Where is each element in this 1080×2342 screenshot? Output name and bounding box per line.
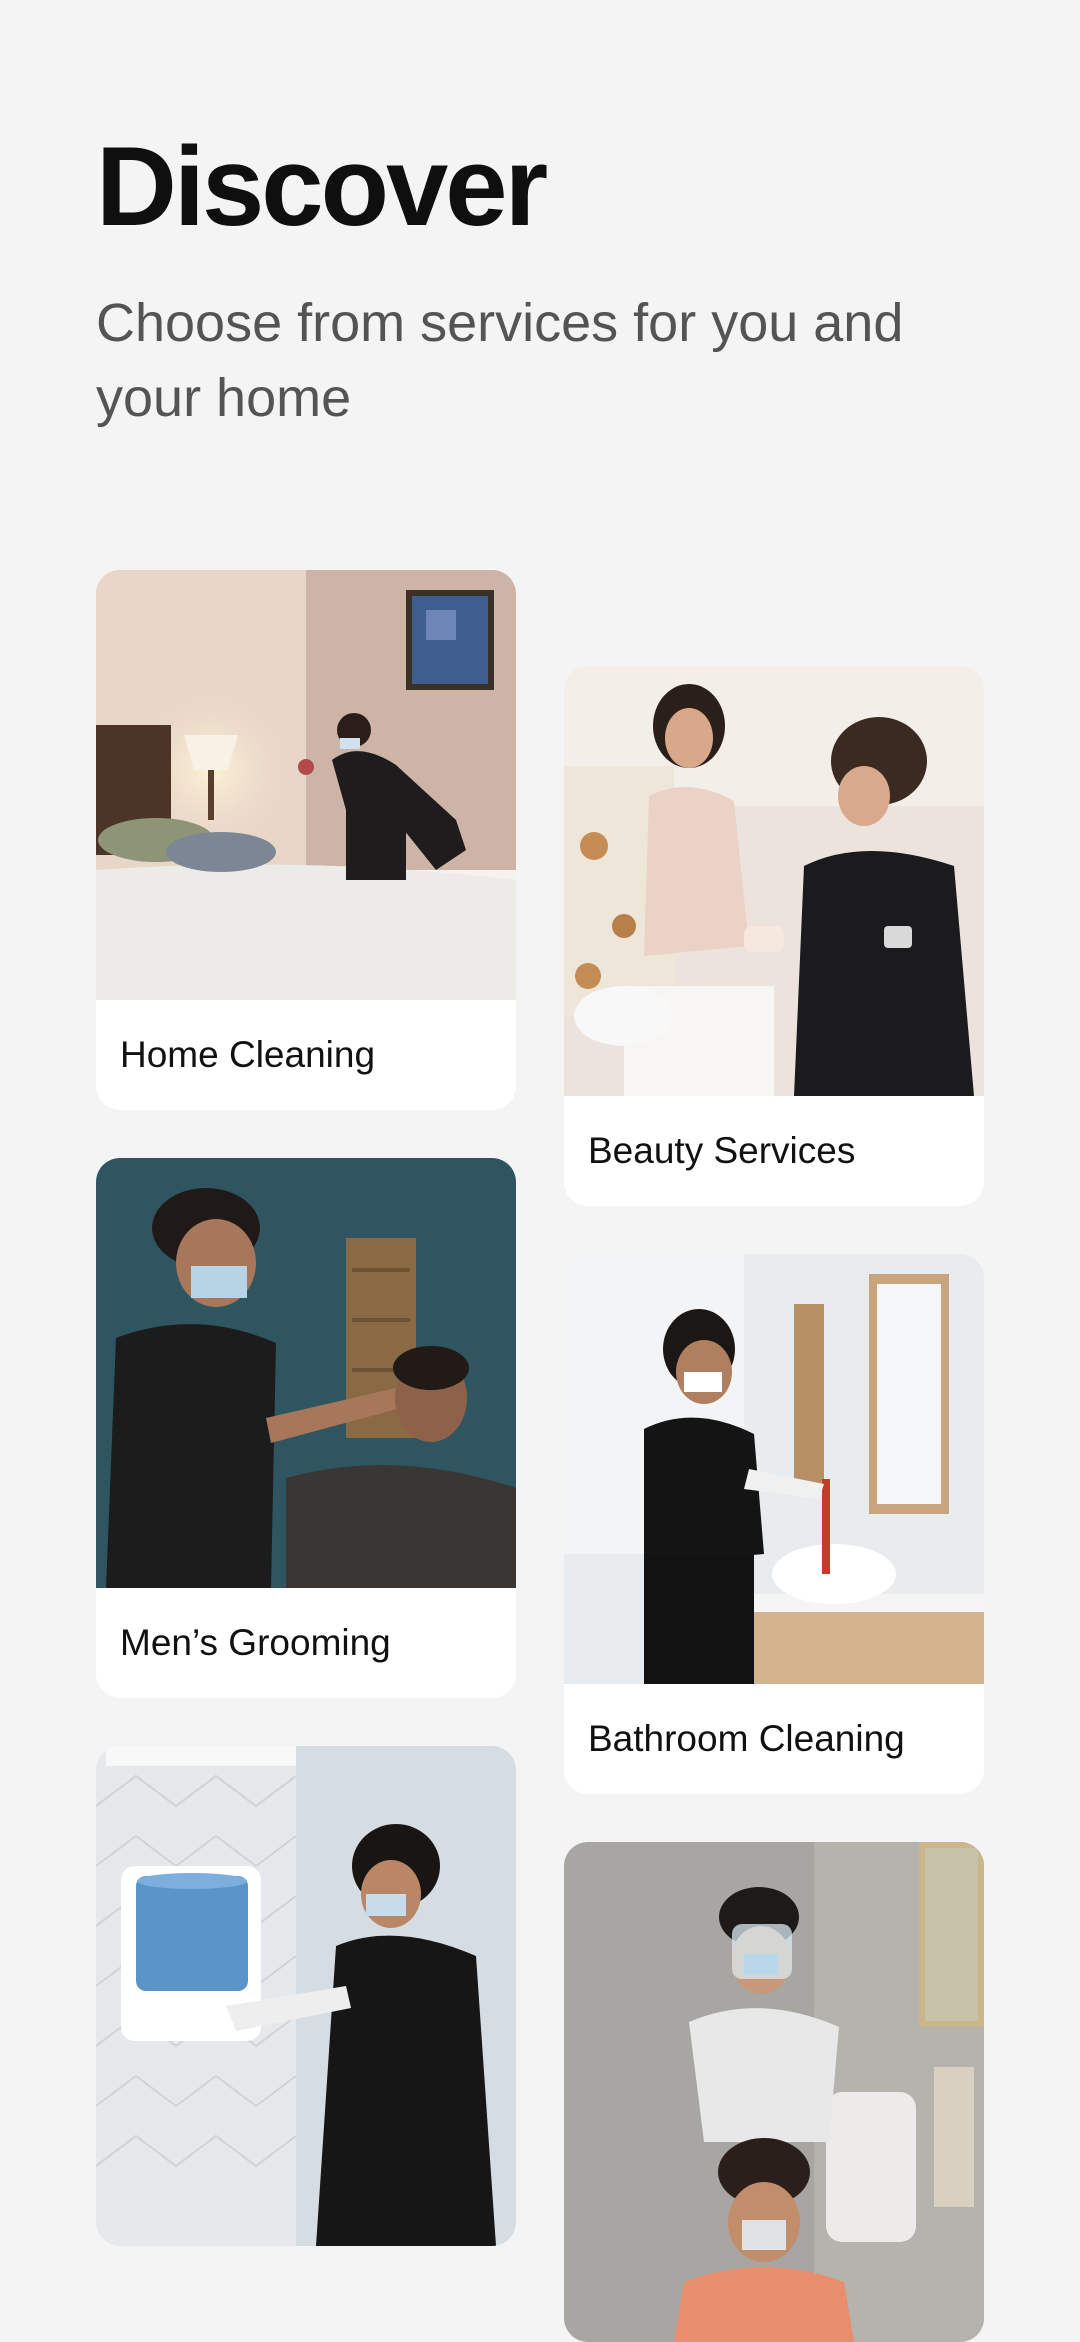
beauty-services-photo [564, 666, 984, 1096]
mens-grooming-photo [96, 1158, 516, 1588]
service-label: Men’s Grooming [120, 1622, 391, 1663]
service-label: Home Cleaning [120, 1034, 376, 1075]
service-card-mens-grooming[interactable]: Men’s Grooming [96, 1158, 516, 1698]
home-cleaning-photo [96, 570, 516, 1000]
service-card-water-purifier[interactable] [96, 1746, 516, 2246]
page-title: Discover [96, 124, 548, 249]
service-card-beauty-services[interactable]: Beauty Services [564, 666, 984, 1206]
page-subtitle: Choose from services for you and your ho… [96, 293, 904, 428]
head-massage-photo [564, 1842, 984, 2342]
service-label: Beauty Services [588, 1130, 856, 1171]
service-card-bathroom-cleaning[interactable]: Bathroom Cleaning [564, 1254, 984, 1794]
service-label: Bathroom Cleaning [588, 1718, 905, 1759]
service-card-home-cleaning[interactable]: Home Cleaning [96, 570, 516, 1110]
service-card-head-massage[interactable] [564, 1842, 984, 2342]
bathroom-cleaning-photo [564, 1254, 984, 1684]
page-header: Discover Choose from services for you an… [96, 122, 996, 436]
water-purifier-photo [96, 1746, 516, 2246]
